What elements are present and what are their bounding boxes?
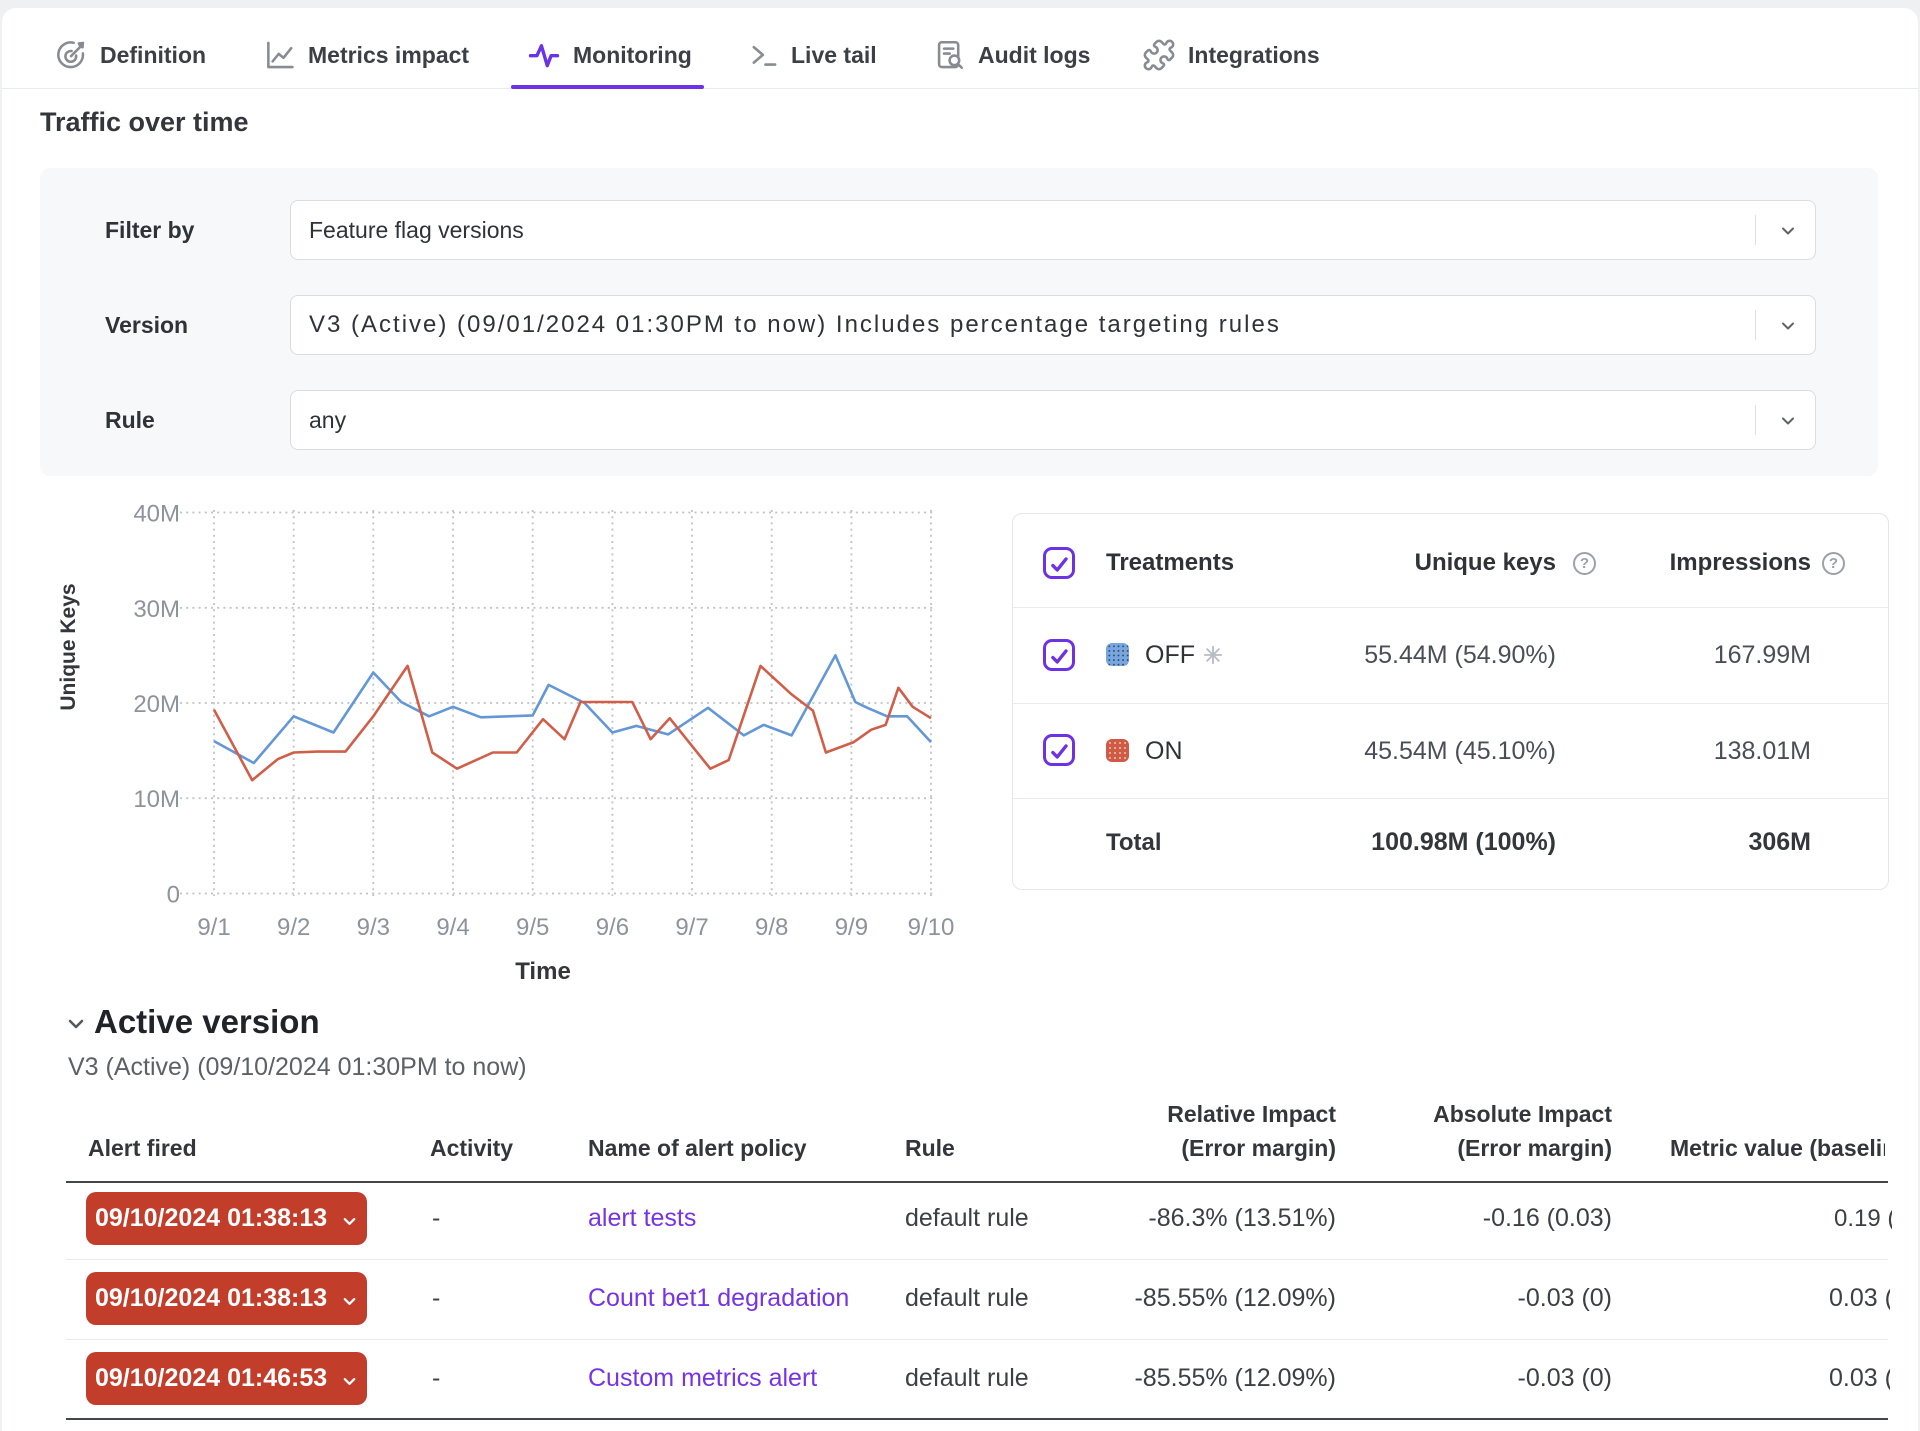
svg-text:9/6: 9/6 xyxy=(596,914,629,941)
svg-text:9/8: 9/8 xyxy=(755,914,788,941)
svg-text:9/9: 9/9 xyxy=(835,914,868,941)
svg-text:9/4: 9/4 xyxy=(436,914,469,941)
svg-text:9/2: 9/2 xyxy=(277,914,310,941)
svg-text:9/1: 9/1 xyxy=(197,914,230,941)
svg-text:Time: Time xyxy=(515,958,571,985)
svg-text:Unique Keys: Unique Keys xyxy=(57,583,80,710)
svg-text:9/5: 9/5 xyxy=(516,914,549,941)
svg-text:30M: 30M xyxy=(133,596,180,623)
svg-text:9/7: 9/7 xyxy=(675,914,708,941)
svg-text:20M: 20M xyxy=(133,691,180,718)
svg-text:10M: 10M xyxy=(133,786,180,813)
svg-text:9/3: 9/3 xyxy=(357,914,390,941)
svg-text:0: 0 xyxy=(167,882,180,909)
svg-text:9/10: 9/10 xyxy=(908,914,955,941)
svg-text:40M: 40M xyxy=(133,501,180,528)
